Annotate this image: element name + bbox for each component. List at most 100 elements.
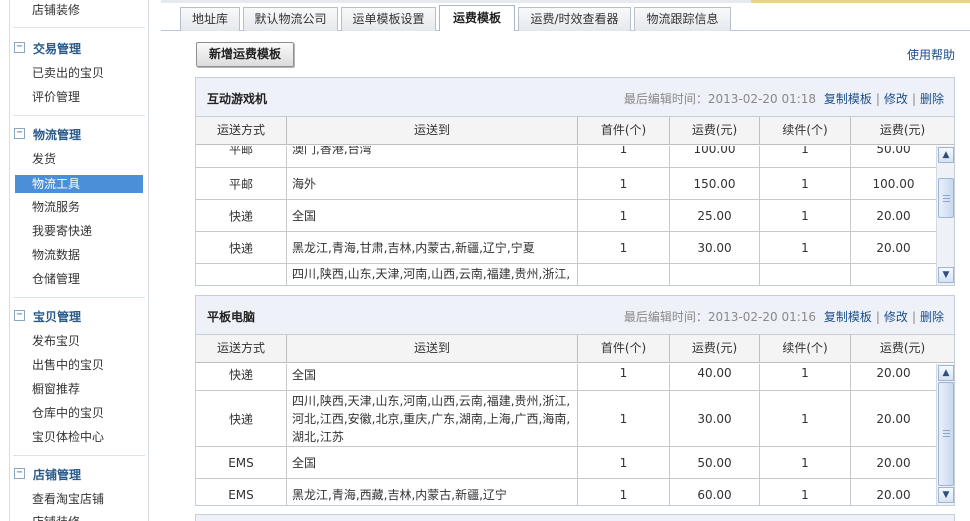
cell-first-qty: 1	[619, 455, 628, 470]
collapse-icon[interactable]: −	[14, 468, 25, 479]
new-template-button[interactable]: 新增运费模板	[196, 42, 294, 67]
cell-destination: 黑龙江,青海,甘肃,吉林,内蒙古,新疆,辽宁,宁夏	[292, 240, 535, 255]
cell-cont-fee: 20.00	[876, 208, 911, 223]
col-method: 运送方式	[196, 335, 287, 363]
cell-cont-fee: 20.00	[876, 488, 911, 502]
last-edited-label: 最后编辑时间：	[623, 310, 708, 324]
cell-first-fee: 60.00	[697, 488, 732, 502]
sidebar-item-logistics-tools[interactable]: 物流工具	[15, 175, 143, 193]
scroll-up-icon[interactable]: ▲	[938, 147, 954, 163]
cell-cont-fee: 20.00	[876, 411, 911, 426]
cell-first-qty: 1	[619, 146, 628, 156]
col-first-qty: 首件(个)	[578, 335, 670, 363]
table-row: 快递 四川,陕西,天津,山东,河南,山西,云南,福建,贵州,浙江,河北,江西,安…	[196, 391, 936, 447]
cell-first-fee: 25.00	[697, 208, 732, 223]
tab-address-book[interactable]: 地址库	[180, 7, 240, 31]
sidebar-item-showcase[interactable]: 橱窗推荐	[32, 380, 80, 398]
sidebar-item-logistics-data[interactable]: 物流数据	[32, 246, 80, 264]
cell-cont-fee: 50.00	[876, 146, 911, 156]
template-panel: 互动游戏机 最后编辑时间：2013-02-20 01:18 复制模板 | 修改 | 删除…	[195, 77, 955, 286]
cell-method: EMS	[228, 488, 254, 502]
cell-cont-fee: 20.00	[876, 366, 911, 380]
sidebar-item-shop-decoration[interactable]: 店铺装修	[32, 1, 80, 19]
table-row: EMS 全国 1 50.00 1 20.00	[196, 447, 936, 479]
table-row: 平邮 澳门,香港,台湾 1 100.00 1 50.00	[196, 146, 936, 168]
template-name: 平板电脑	[207, 310, 256, 324]
sidebar-item-in-stock[interactable]: 仓库中的宝贝	[32, 404, 104, 422]
collapse-icon[interactable]: −	[14, 128, 25, 139]
table-row: EMS 黑龙江,青海,西藏,吉林,内蒙古,新疆,辽宁 1 60.00 1 20.…	[196, 479, 936, 505]
cell-method: 快递	[228, 412, 253, 426]
cell-method: 快递	[228, 241, 253, 255]
template-name: 互动游戏机	[207, 92, 268, 106]
table-body: 平邮 澳门,香港,台湾 1 100.00 1 50.00 平邮 海外 1 150…	[196, 146, 936, 285]
sidebar-divider	[13, 455, 145, 456]
scroll-down-icon[interactable]: ▼	[938, 267, 954, 283]
sidebar-item-publish[interactable]: 发布宝贝	[32, 332, 80, 350]
cell-first-fee: 30.00	[697, 411, 732, 426]
cell-destination: 海外	[292, 176, 317, 191]
tab-shipping-template[interactable]: 运费模板	[439, 5, 515, 31]
action-separator: |	[875, 92, 880, 106]
sidebar-item-send-express[interactable]: 我要寄快递	[32, 222, 92, 240]
tab-bar: 地址库 默认物流公司 运单模板设置 运费模板 运费/时效查看器 物流跟踪信息	[161, 0, 970, 32]
cell-first-fee: 30.00	[697, 240, 732, 255]
edit-template-link[interactable]: 修改	[884, 310, 908, 324]
sidebar-item-view-shop[interactable]: 查看淘宝店铺	[32, 490, 104, 508]
tab-default-carrier[interactable]: 默认物流公司	[243, 7, 338, 31]
scroll-thumb[interactable]	[938, 382, 954, 486]
sidebar-item-logistics-service[interactable]: 物流服务	[32, 198, 80, 216]
edit-template-link[interactable]: 修改	[884, 92, 908, 106]
delete-template-link[interactable]: 删除	[920, 310, 944, 324]
table-row: 快递 四川,陕西,山东,天津,河南,山西,云南,福建,贵州,浙江,	[196, 264, 936, 285]
app-root: 店铺装修 − 交易管理 已卖出的宝贝 评价管理 − 物流管理 发货 物流工具 物…	[0, 0, 970, 521]
copy-template-link[interactable]: 复制模板	[824, 92, 872, 106]
sidebar-section-items[interactable]: − 宝贝管理	[10, 305, 148, 327]
cell-method: 快递	[228, 368, 253, 382]
sidebar-section-title: 店铺管理	[33, 468, 82, 482]
tab-tracking-info[interactable]: 物流跟踪信息	[634, 7, 731, 31]
sidebar-divider	[13, 297, 145, 298]
cell-first-fee: 50.00	[697, 455, 732, 470]
template-panel-next	[195, 514, 955, 521]
scroll-down-icon[interactable]: ▼	[938, 487, 954, 503]
tab-waybill-template[interactable]: 运单模板设置	[341, 7, 436, 31]
sidebar-section-logistics[interactable]: − 物流管理	[10, 123, 148, 145]
copy-template-link[interactable]: 复制模板	[824, 310, 872, 324]
cell-cont-fee: 100.00	[872, 176, 915, 191]
template-meta: 最后编辑时间：2013-02-20 01:16 复制模板 | 修改 | 删除	[624, 308, 944, 325]
cell-method: 平邮	[228, 177, 253, 191]
table-scrollbar[interactable]: ▲ ▼	[936, 364, 954, 505]
scroll-up-icon[interactable]: ▲	[938, 365, 954, 381]
template-header: 互动游戏机 最后编辑时间：2013-02-20 01:18 复制模板 | 修改 | 删除	[196, 78, 954, 117]
col-method: 运送方式	[196, 117, 287, 145]
table-header: 运送方式 运送到 首件(个) 运费(元) 续件(个) 运费(元)	[196, 335, 954, 363]
sidebar-item-shop-decoration[interactable]: 店铺装修	[32, 513, 80, 521]
sidebar-item-reviews[interactable]: 评价管理	[32, 88, 80, 106]
table-scrollbar[interactable]: ▲ ▼	[936, 146, 954, 285]
sidebar-section-trade[interactable]: − 交易管理	[10, 37, 148, 59]
sidebar-item-warehouse[interactable]: 仓储管理	[32, 270, 80, 288]
last-edited-time: 2013-02-20 01:18	[707, 92, 817, 106]
tab-cost-time-viewer[interactable]: 运费/时效查看器	[518, 7, 631, 31]
cell-first-fee: 40.00	[697, 366, 732, 380]
delete-template-link[interactable]: 删除	[920, 92, 944, 106]
col-cont-qty: 续件(个)	[760, 335, 851, 363]
help-link[interactable]: 使用帮助	[907, 46, 955, 63]
sidebar-item-sold-items[interactable]: 已卖出的宝贝	[32, 64, 104, 82]
collapse-icon[interactable]: −	[14, 42, 25, 53]
collapse-icon[interactable]: −	[14, 310, 25, 321]
cell-cont-qty: 1	[801, 366, 809, 380]
cell-destination: 澳门,香港,台湾	[292, 146, 372, 156]
sidebar-section-shop[interactable]: − 店铺管理	[10, 463, 148, 485]
cell-destination: 全国	[292, 455, 317, 470]
sidebar-item-health-center[interactable]: 宝贝体检中心	[32, 428, 104, 446]
col-destination: 运送到	[287, 117, 578, 145]
cell-first-qty: 1	[619, 411, 628, 426]
table-body: 快递 全国 1 40.00 1 20.00 快递 四川,陕西,天津,山东,河南,…	[196, 364, 936, 505]
sidebar-item-on-sale[interactable]: 出售中的宝贝	[32, 356, 104, 374]
table-header: 运送方式 运送到 首件(个) 运费(元) 续件(个) 运费(元)	[196, 117, 954, 145]
sidebar-section-title: 宝贝管理	[33, 310, 82, 324]
sidebar-item-ship[interactable]: 发货	[32, 150, 56, 168]
scroll-thumb[interactable]	[938, 178, 954, 218]
